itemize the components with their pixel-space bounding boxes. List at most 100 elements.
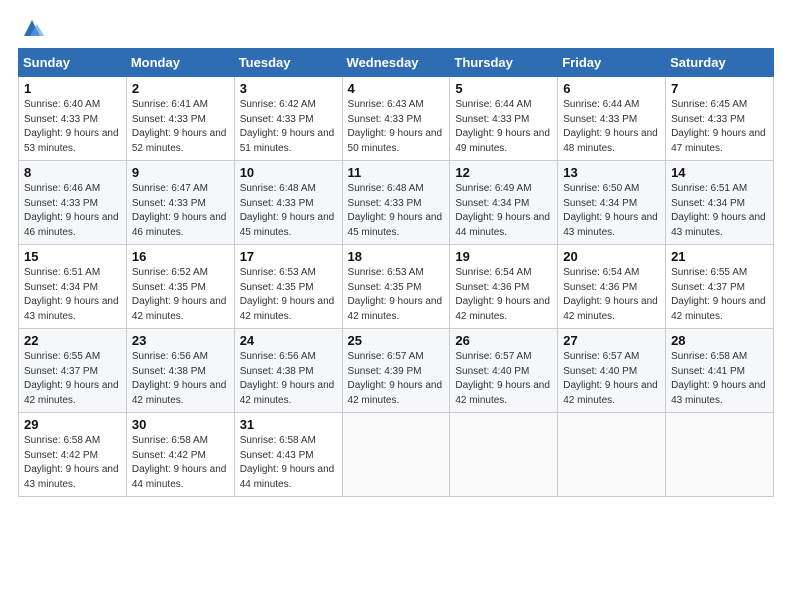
week-row-2: 8 Sunrise: 6:46 AMSunset: 4:33 PMDayligh… xyxy=(19,161,774,245)
day-number: 28 xyxy=(671,333,768,348)
day-number: 3 xyxy=(240,81,337,96)
cell-content: Sunrise: 6:44 AMSunset: 4:33 PMDaylight:… xyxy=(455,99,550,154)
day-number: 26 xyxy=(455,333,552,348)
week-row-3: 15 Sunrise: 6:51 AMSunset: 4:34 PMDaylig… xyxy=(19,245,774,329)
day-number: 22 xyxy=(24,333,121,348)
day-number: 12 xyxy=(455,165,552,180)
col-header-friday: Friday xyxy=(558,49,666,77)
day-cell: 24 Sunrise: 6:56 AMSunset: 4:38 PMDaylig… xyxy=(234,329,342,413)
day-number: 13 xyxy=(563,165,660,180)
day-cell: 3 Sunrise: 6:42 AMSunset: 4:33 PMDayligh… xyxy=(234,77,342,161)
cell-content: Sunrise: 6:58 AMSunset: 4:43 PMDaylight:… xyxy=(240,435,335,490)
day-number: 10 xyxy=(240,165,337,180)
logo-icon xyxy=(20,18,44,38)
cell-content: Sunrise: 6:58 AMSunset: 4:42 PMDaylight:… xyxy=(24,435,119,490)
day-cell: 28 Sunrise: 6:58 AMSunset: 4:41 PMDaylig… xyxy=(666,329,774,413)
day-cell: 10 Sunrise: 6:48 AMSunset: 4:33 PMDaylig… xyxy=(234,161,342,245)
cell-content: Sunrise: 6:58 AMSunset: 4:41 PMDaylight:… xyxy=(671,351,766,406)
cell-content: Sunrise: 6:52 AMSunset: 4:35 PMDaylight:… xyxy=(132,267,227,322)
cell-content: Sunrise: 6:54 AMSunset: 4:36 PMDaylight:… xyxy=(455,267,550,322)
day-cell: 18 Sunrise: 6:53 AMSunset: 4:35 PMDaylig… xyxy=(342,245,450,329)
cell-content: Sunrise: 6:51 AMSunset: 4:34 PMDaylight:… xyxy=(671,183,766,238)
day-number: 19 xyxy=(455,249,552,264)
day-cell: 30 Sunrise: 6:58 AMSunset: 4:42 PMDaylig… xyxy=(126,413,234,497)
cell-content: Sunrise: 6:55 AMSunset: 4:37 PMDaylight:… xyxy=(24,351,119,406)
day-number: 15 xyxy=(24,249,121,264)
cell-content: Sunrise: 6:56 AMSunset: 4:38 PMDaylight:… xyxy=(132,351,227,406)
cell-content: Sunrise: 6:58 AMSunset: 4:42 PMDaylight:… xyxy=(132,435,227,490)
logo xyxy=(18,18,44,38)
cell-content: Sunrise: 6:40 AMSunset: 4:33 PMDaylight:… xyxy=(24,99,119,154)
day-cell: 16 Sunrise: 6:52 AMSunset: 4:35 PMDaylig… xyxy=(126,245,234,329)
day-cell: 11 Sunrise: 6:48 AMSunset: 4:33 PMDaylig… xyxy=(342,161,450,245)
day-cell: 4 Sunrise: 6:43 AMSunset: 4:33 PMDayligh… xyxy=(342,77,450,161)
cell-content: Sunrise: 6:49 AMSunset: 4:34 PMDaylight:… xyxy=(455,183,550,238)
cell-content: Sunrise: 6:42 AMSunset: 4:33 PMDaylight:… xyxy=(240,99,335,154)
day-cell: 6 Sunrise: 6:44 AMSunset: 4:33 PMDayligh… xyxy=(558,77,666,161)
page: SundayMondayTuesdayWednesdayThursdayFrid… xyxy=(0,0,792,612)
day-cell: 20 Sunrise: 6:54 AMSunset: 4:36 PMDaylig… xyxy=(558,245,666,329)
day-number: 27 xyxy=(563,333,660,348)
cell-content: Sunrise: 6:44 AMSunset: 4:33 PMDaylight:… xyxy=(563,99,658,154)
cell-content: Sunrise: 6:57 AMSunset: 4:40 PMDaylight:… xyxy=(563,351,658,406)
day-cell: 12 Sunrise: 6:49 AMSunset: 4:34 PMDaylig… xyxy=(450,161,558,245)
day-cell: 5 Sunrise: 6:44 AMSunset: 4:33 PMDayligh… xyxy=(450,77,558,161)
col-header-saturday: Saturday xyxy=(666,49,774,77)
col-header-sunday: Sunday xyxy=(19,49,127,77)
day-number: 8 xyxy=(24,165,121,180)
cell-content: Sunrise: 6:48 AMSunset: 4:33 PMDaylight:… xyxy=(348,183,443,238)
cell-content: Sunrise: 6:54 AMSunset: 4:36 PMDaylight:… xyxy=(563,267,658,322)
col-header-monday: Monday xyxy=(126,49,234,77)
day-cell: 21 Sunrise: 6:55 AMSunset: 4:37 PMDaylig… xyxy=(666,245,774,329)
day-number: 30 xyxy=(132,417,229,432)
header xyxy=(18,18,774,38)
col-header-wednesday: Wednesday xyxy=(342,49,450,77)
day-cell: 2 Sunrise: 6:41 AMSunset: 4:33 PMDayligh… xyxy=(126,77,234,161)
day-number: 6 xyxy=(563,81,660,96)
day-cell: 26 Sunrise: 6:57 AMSunset: 4:40 PMDaylig… xyxy=(450,329,558,413)
day-number: 16 xyxy=(132,249,229,264)
cell-content: Sunrise: 6:45 AMSunset: 4:33 PMDaylight:… xyxy=(671,99,766,154)
cell-content: Sunrise: 6:53 AMSunset: 4:35 PMDaylight:… xyxy=(348,267,443,322)
cell-content: Sunrise: 6:43 AMSunset: 4:33 PMDaylight:… xyxy=(348,99,443,154)
day-number: 9 xyxy=(132,165,229,180)
day-cell: 8 Sunrise: 6:46 AMSunset: 4:33 PMDayligh… xyxy=(19,161,127,245)
day-cell: 23 Sunrise: 6:56 AMSunset: 4:38 PMDaylig… xyxy=(126,329,234,413)
col-header-tuesday: Tuesday xyxy=(234,49,342,77)
day-cell: 22 Sunrise: 6:55 AMSunset: 4:37 PMDaylig… xyxy=(19,329,127,413)
cell-content: Sunrise: 6:57 AMSunset: 4:39 PMDaylight:… xyxy=(348,351,443,406)
cell-content: Sunrise: 6:56 AMSunset: 4:38 PMDaylight:… xyxy=(240,351,335,406)
cell-content: Sunrise: 6:57 AMSunset: 4:40 PMDaylight:… xyxy=(455,351,550,406)
col-header-thursday: Thursday xyxy=(450,49,558,77)
week-row-4: 22 Sunrise: 6:55 AMSunset: 4:37 PMDaylig… xyxy=(19,329,774,413)
day-number: 29 xyxy=(24,417,121,432)
week-row-5: 29 Sunrise: 6:58 AMSunset: 4:42 PMDaylig… xyxy=(19,413,774,497)
day-cell: 15 Sunrise: 6:51 AMSunset: 4:34 PMDaylig… xyxy=(19,245,127,329)
day-number: 1 xyxy=(24,81,121,96)
cell-content: Sunrise: 6:47 AMSunset: 4:33 PMDaylight:… xyxy=(132,183,227,238)
day-number: 11 xyxy=(348,165,445,180)
day-cell: 1 Sunrise: 6:40 AMSunset: 4:33 PMDayligh… xyxy=(19,77,127,161)
cell-content: Sunrise: 6:41 AMSunset: 4:33 PMDaylight:… xyxy=(132,99,227,154)
day-cell xyxy=(558,413,666,497)
day-cell: 25 Sunrise: 6:57 AMSunset: 4:39 PMDaylig… xyxy=(342,329,450,413)
day-cell: 31 Sunrise: 6:58 AMSunset: 4:43 PMDaylig… xyxy=(234,413,342,497)
day-number: 20 xyxy=(563,249,660,264)
day-number: 5 xyxy=(455,81,552,96)
day-number: 18 xyxy=(348,249,445,264)
day-number: 7 xyxy=(671,81,768,96)
cell-content: Sunrise: 6:50 AMSunset: 4:34 PMDaylight:… xyxy=(563,183,658,238)
day-number: 4 xyxy=(348,81,445,96)
day-cell xyxy=(342,413,450,497)
day-number: 17 xyxy=(240,249,337,264)
day-number: 25 xyxy=(348,333,445,348)
day-number: 14 xyxy=(671,165,768,180)
day-cell xyxy=(450,413,558,497)
day-number: 24 xyxy=(240,333,337,348)
day-cell: 19 Sunrise: 6:54 AMSunset: 4:36 PMDaylig… xyxy=(450,245,558,329)
day-number: 2 xyxy=(132,81,229,96)
day-cell: 27 Sunrise: 6:57 AMSunset: 4:40 PMDaylig… xyxy=(558,329,666,413)
week-row-1: 1 Sunrise: 6:40 AMSunset: 4:33 PMDayligh… xyxy=(19,77,774,161)
day-number: 23 xyxy=(132,333,229,348)
day-cell: 9 Sunrise: 6:47 AMSunset: 4:33 PMDayligh… xyxy=(126,161,234,245)
